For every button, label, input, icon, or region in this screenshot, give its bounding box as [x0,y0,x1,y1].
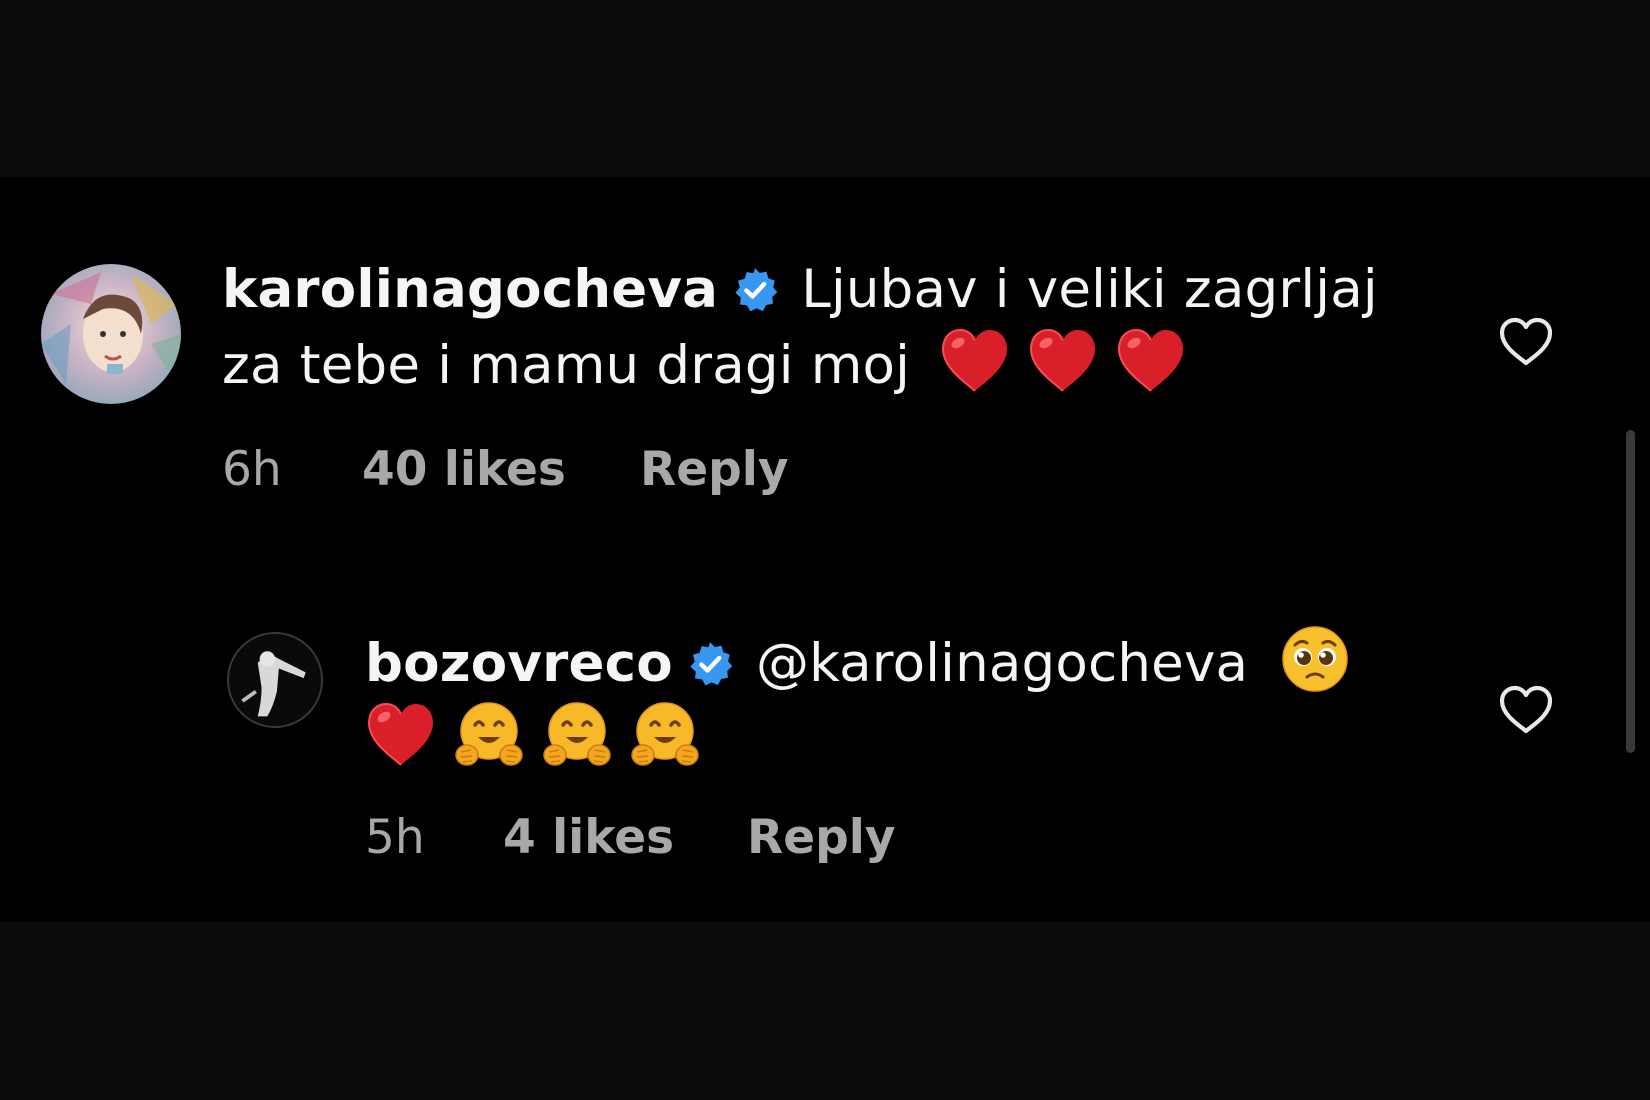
comment-timestamp: 6h [222,442,282,497]
pleading-face-emoji-icon [1279,623,1351,695]
comment-line-1: karolinagocheva Ljubav i veliki zagrljaj [222,255,1402,325]
username[interactable]: bozovreco [365,633,673,694]
reply-line-1: bozovreco @karolinagocheva [365,623,1415,699]
likes-count[interactable]: 40 likes [362,442,566,498]
hugging-face-emoji-icon [453,699,525,771]
reply-button[interactable]: Reply [640,442,788,498]
comments-panel: karolinagocheva Ljubav i veliki zagrljaj… [0,177,1650,922]
comment-timestamp: 5h [365,810,425,865]
red-heart-emoji-icon [365,699,437,771]
reply-line-2 [365,699,1415,775]
reply-body: bozovreco @karolinagocheva [365,623,1415,775]
comment-text: Ljubav i veliki zagrljaj [801,259,1378,320]
like-heart-icon[interactable] [1498,317,1554,367]
scrollbar[interactable] [1626,430,1635,753]
reply-button[interactable]: Reply [747,810,895,866]
verified-badge-icon [687,641,733,687]
comment-line-2: za tebe i mamu dragi moj [222,325,1402,401]
reply-meta: 5h 4 likes Reply [365,810,1265,866]
red-heart-emoji-icon [939,325,1011,397]
red-heart-emoji-icon [1027,325,1099,397]
comment-body: karolinagocheva Ljubav i veliki zagrljaj… [222,255,1402,401]
like-heart-icon[interactable] [1498,685,1554,735]
mention-link[interactable]: @karolinagocheva [756,633,1248,694]
verified-badge-icon [732,267,778,313]
username[interactable]: karolinagocheva [222,259,718,320]
hugging-face-emoji-icon [541,699,613,771]
avatar-karolinagocheva[interactable] [41,264,181,404]
comment-text: za tebe i mamu dragi moj [222,335,911,396]
likes-count[interactable]: 4 likes [503,810,674,866]
avatar-bozovreco[interactable] [227,632,323,728]
screenshot-frame: karolinagocheva Ljubav i veliki zagrljaj… [0,0,1650,1100]
red-heart-emoji-icon [1115,325,1187,397]
hugging-face-emoji-icon [629,699,701,771]
comment-meta: 6h 40 likes Reply [222,442,1122,498]
